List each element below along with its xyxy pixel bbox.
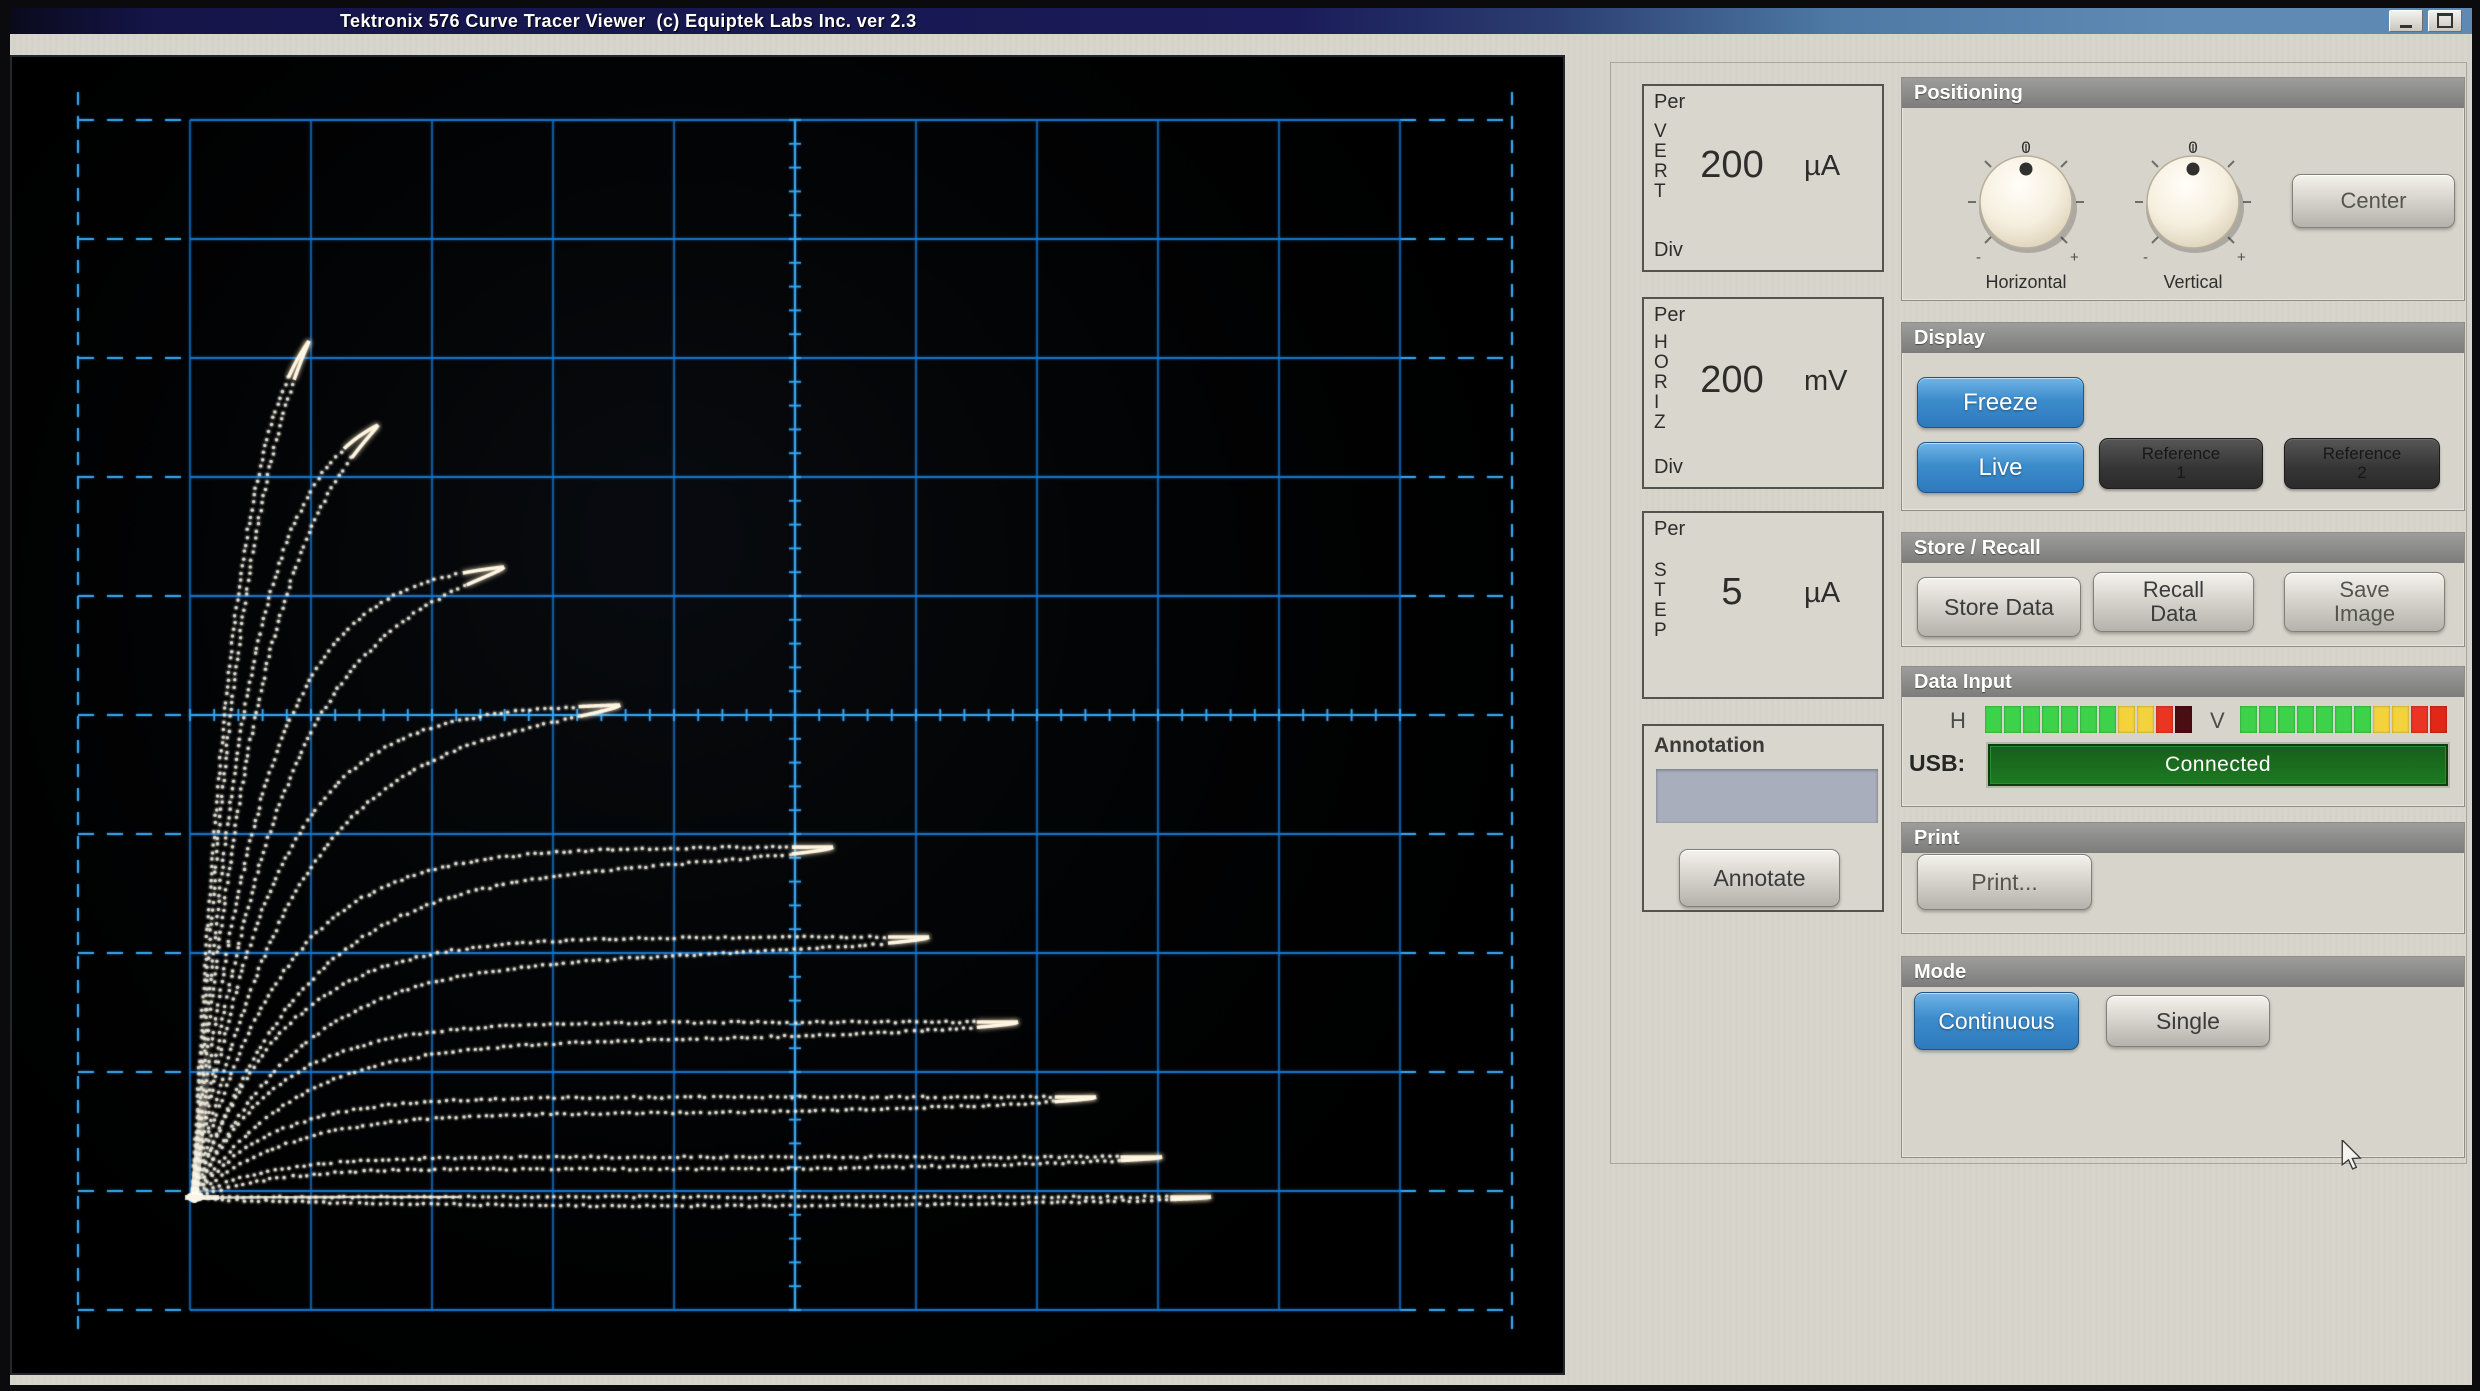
vertical-knob-label: Vertical xyxy=(2123,272,2263,293)
horiz-per-div-unit: mV xyxy=(1804,365,1876,398)
per-horiz-prefix: Per xyxy=(1654,304,1685,327)
maximize-button[interactable] xyxy=(2428,10,2462,32)
per-vert-axis-label: VERT xyxy=(1654,122,1665,202)
vert-per-div-unit: µA xyxy=(1804,150,1876,183)
annotate-button[interactable]: Annotate xyxy=(1679,849,1840,907)
knob-minus-label: - xyxy=(2143,249,2148,266)
per-horiz-suffix: Div xyxy=(1654,456,1683,479)
recall-data-label-2: Data xyxy=(2150,602,2196,626)
save-image-button[interactable]: Save Image xyxy=(2284,572,2445,632)
knob-indicator-dot xyxy=(2187,163,2200,176)
vert-per-div-value: 200 xyxy=(1672,144,1792,187)
reference1-label: Reference xyxy=(2142,445,2220,463)
knob-plus-label: + xyxy=(2070,249,2079,266)
annotation-box: Annotation Annotate xyxy=(1642,724,1884,912)
reference2-number: 2 xyxy=(2357,464,2366,482)
recall-data-label-1: Recall xyxy=(2143,578,2204,602)
reference1-number: 1 xyxy=(2176,464,2185,482)
reference1-button[interactable]: Reference 1 xyxy=(2099,438,2263,489)
usb-status-text: Connected xyxy=(2165,753,2271,777)
crt-display xyxy=(12,57,1563,1373)
knob-plus-label: + xyxy=(2237,249,2246,266)
vertical-position-knob[interactable]: - + xyxy=(2127,122,2259,272)
save-image-label-1: Save xyxy=(2339,578,2389,602)
horiz-per-div-value: 200 xyxy=(1672,359,1792,402)
minimize-button[interactable] xyxy=(2389,10,2423,32)
knob-minus-label: - xyxy=(1976,249,1981,266)
maximize-icon xyxy=(2437,13,2453,28)
step-value: 5 xyxy=(1672,571,1792,614)
usb-status-bar: Connected xyxy=(1988,744,2448,786)
center-button[interactable]: Center xyxy=(2292,174,2455,228)
per-vert-div-box: Per VERT 200 µA Div xyxy=(1642,84,1884,272)
v-input-meter xyxy=(2240,706,2447,733)
h-meter-label: H xyxy=(1950,708,1966,734)
client-area: Per VERT 200 µA Div Per HORIZ 200 mV Div… xyxy=(10,34,2472,1385)
h-input-meter xyxy=(1985,706,2192,733)
display-header: Display xyxy=(1902,323,2464,353)
store-data-button[interactable]: Store Data xyxy=(1917,577,2081,637)
per-vert-prefix: Per xyxy=(1654,91,1685,114)
per-horiz-div-box: Per HORIZ 200 mV Div xyxy=(1642,297,1884,489)
continuous-mode-button[interactable]: Continuous xyxy=(1914,992,2079,1050)
horizontal-position-knob[interactable]: - + xyxy=(1960,122,2092,272)
per-step-prefix: Per xyxy=(1654,518,1685,541)
per-step-box: Per STEP 5 µA xyxy=(1642,511,1884,699)
single-mode-button[interactable]: Single xyxy=(2106,995,2270,1047)
mode-panel: Mode xyxy=(1901,956,2465,1158)
knob-indicator-dot xyxy=(2020,163,2033,176)
window-title: Tektronix 576 Curve Tracer Viewer (c) Eq… xyxy=(10,11,917,32)
per-vert-suffix: Div xyxy=(1654,239,1683,262)
reference2-label: Reference xyxy=(2323,445,2401,463)
recall-data-button[interactable]: Recall Data xyxy=(2093,572,2254,632)
print-header: Print xyxy=(1902,823,2464,853)
print-button[interactable]: Print... xyxy=(1917,854,2092,910)
mode-header: Mode xyxy=(1902,957,2464,987)
data-input-header: Data Input xyxy=(1902,667,2464,697)
horizontal-knob-label: Horizontal xyxy=(1956,272,2096,293)
per-horiz-axis-label: HORIZ xyxy=(1654,333,1665,433)
positioning-header: Positioning xyxy=(1902,78,2464,108)
store-recall-header: Store / Recall xyxy=(1902,533,2464,563)
annotation-title: Annotation xyxy=(1654,734,1765,758)
reference2-button[interactable]: Reference 2 xyxy=(2284,438,2440,489)
live-button[interactable]: Live xyxy=(1917,442,2084,493)
minimize-icon xyxy=(2400,25,2412,28)
app-window: Tektronix 576 Curve Tracer Viewer (c) Eq… xyxy=(10,8,2472,1385)
step-unit: µA xyxy=(1804,577,1876,610)
annotation-input[interactable] xyxy=(1656,769,1878,823)
freeze-button[interactable]: Freeze xyxy=(1917,377,2084,428)
v-meter-label: V xyxy=(2210,708,2225,734)
save-image-label-2: Image xyxy=(2334,602,2395,626)
title-bar[interactable]: Tektronix 576 Curve Tracer Viewer (c) Eq… xyxy=(10,8,2472,34)
usb-label: USB: xyxy=(1909,750,1965,777)
per-step-axis-label: STEP xyxy=(1654,561,1665,641)
